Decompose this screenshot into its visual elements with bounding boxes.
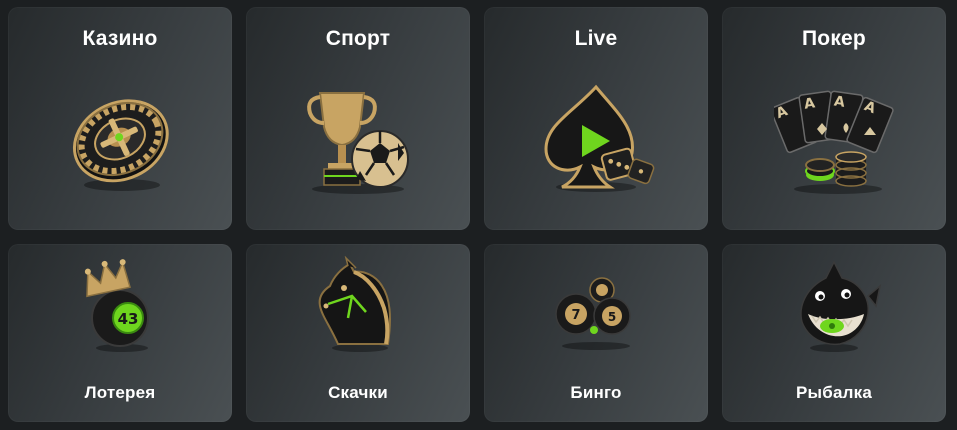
category-title: Live [574,27,618,50]
category-title: Рыбалка [796,383,872,402]
poker-cards-chips-icon: A A A A [774,79,894,199]
category-tile-horse-racing[interactable]: Скачки [246,244,470,422]
trophy-soccer-ball-icon [298,79,418,199]
category-title: Казино [82,27,158,50]
spade-play-dice-icon [536,79,656,199]
category-tile-sport[interactable]: Спорт [246,7,470,230]
category-title: Лотерея [84,383,156,402]
category-title: Спорт [325,27,391,50]
category-title: Покер [802,27,866,50]
category-grid: Казино Спорт Live Покер A A A A 43 Лотер… [0,0,957,430]
horse-head-icon [308,256,408,356]
svg-text:7: 7 [571,308,580,323]
category-tile-bingo[interactable]: 7 5 Бинго [484,244,708,422]
category-title: Скачки [328,383,388,402]
shark-fish-icon [784,256,884,356]
category-title: Бинго [570,383,622,402]
svg-text:5: 5 [608,310,616,324]
category-tile-live[interactable]: Live [484,7,708,230]
bingo-balls-icon: 7 5 [546,256,646,356]
category-tile-poker[interactable]: Покер A A A A [722,7,946,230]
svg-text:43: 43 [118,310,139,328]
category-tile-lottery[interactable]: 43 Лотерея [8,244,232,422]
lottery-ball-crown-icon: 43 [70,256,170,356]
category-tile-casino[interactable]: Казино [8,7,232,230]
category-tile-fishing[interactable]: Рыбалка [722,244,946,422]
roulette-wheel-icon [60,79,180,199]
